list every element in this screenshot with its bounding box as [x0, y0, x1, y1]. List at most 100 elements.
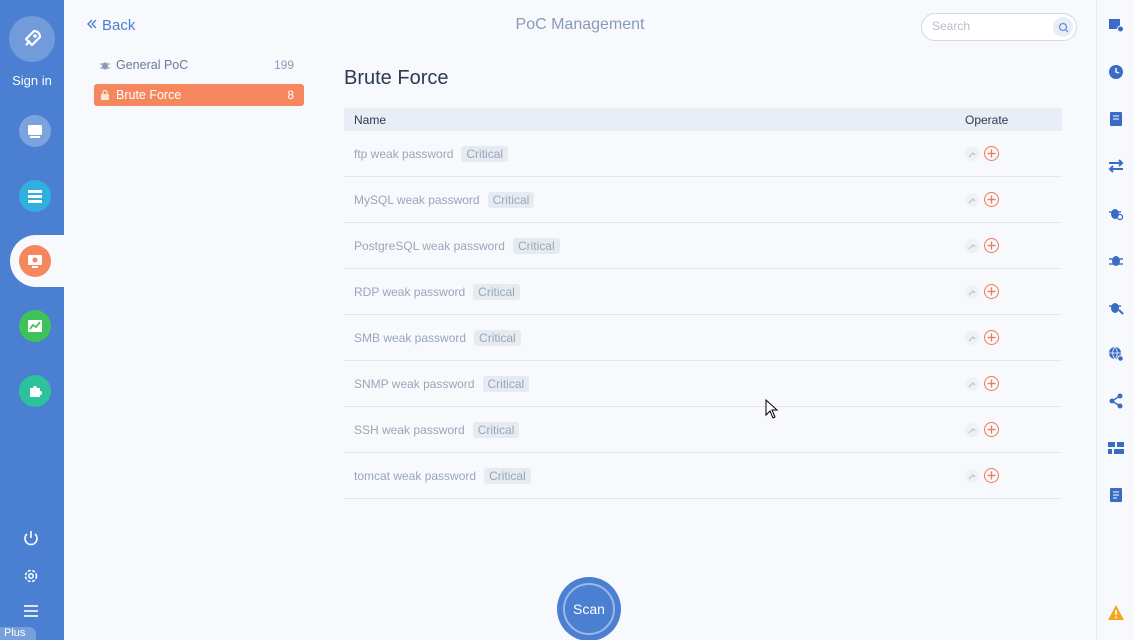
- add-task-icon[interactable]: [1107, 16, 1125, 34]
- operate-cell: [965, 376, 1062, 391]
- right-toolbar: [1096, 0, 1134, 640]
- operate-cell: [965, 238, 1062, 253]
- search-box: [921, 13, 1077, 41]
- poc-name: tomcat weak password: [354, 468, 477, 483]
- poc-name-cell: SSH weak password Critical: [344, 421, 965, 438]
- add-icon[interactable]: [984, 468, 999, 483]
- monitor-icon[interactable]: [19, 115, 51, 147]
- category-label: Brute Force: [116, 88, 182, 102]
- poc-name-cell: MySQL weak password Critical: [344, 191, 965, 208]
- scan-label: Scan: [563, 583, 615, 635]
- operate-cell: [965, 330, 1062, 345]
- edit-icon[interactable]: [965, 192, 979, 207]
- bug-tools-icon[interactable]: [1107, 298, 1125, 316]
- table-body: ftp weak password Critical MySQL weak pass…: [344, 131, 1062, 499]
- severity-badge: Critical: [472, 421, 520, 438]
- table-row: SMB weak password Critical: [344, 315, 1062, 361]
- poc-name-cell: SMB weak password Critical: [344, 329, 965, 346]
- poc-name: SSH weak password: [354, 422, 465, 437]
- add-icon[interactable]: [984, 330, 999, 345]
- poc-name-cell: SNMP weak password Critical: [344, 375, 965, 392]
- add-icon[interactable]: [984, 284, 999, 299]
- poc-name-cell: tomcat weak password Critical: [344, 467, 965, 484]
- table-row: PostgreSQL weak password Critical: [344, 223, 1062, 269]
- table-row: RDP weak password Critical: [344, 269, 1062, 315]
- category-label: General PoC: [116, 58, 189, 72]
- operate-cell: [965, 284, 1062, 299]
- bug-screen-icon[interactable]: [19, 245, 51, 277]
- category-general-poc[interactable]: General PoC 199: [94, 54, 304, 76]
- bug-search-icon[interactable]: [1107, 204, 1125, 222]
- severity-badge: Critical: [474, 329, 521, 346]
- poc-name: PostgreSQL weak password: [354, 238, 505, 253]
- severity-badge: Critical: [484, 467, 531, 484]
- edit-icon[interactable]: [965, 376, 979, 391]
- column-name: Name: [354, 112, 387, 127]
- left-sidebar: Sign in Plus: [0, 0, 84, 640]
- add-icon[interactable]: [984, 376, 999, 391]
- bug-icon: [99, 59, 111, 71]
- back-button[interactable]: Back: [86, 17, 135, 34]
- severity-badge: Critical: [487, 191, 535, 208]
- operate-cell: [965, 468, 1062, 483]
- edit-icon[interactable]: [965, 238, 979, 253]
- add-icon[interactable]: [984, 422, 999, 437]
- poc-name: SMB weak password: [354, 330, 467, 345]
- page-title: PoC Management: [515, 16, 645, 33]
- search-icon[interactable]: [1053, 17, 1073, 37]
- poc-name: ftp weak password: [354, 146, 454, 161]
- edit-icon[interactable]: [965, 468, 979, 483]
- rocket-icon[interactable]: [9, 16, 55, 62]
- severity-badge: Critical: [512, 237, 560, 254]
- sign-in-link[interactable]: Sign in: [0, 73, 64, 88]
- operate-cell: [965, 146, 1062, 161]
- add-icon[interactable]: [984, 192, 999, 207]
- globe-gear-icon[interactable]: [1107, 345, 1125, 363]
- poc-name-cell: ftp weak password Critical: [344, 145, 965, 162]
- menu-icon[interactable]: [20, 600, 42, 622]
- back-label: Back: [102, 17, 136, 34]
- severity-badge: Critical: [473, 283, 520, 300]
- table-row: SSH weak password Critical: [344, 407, 1062, 453]
- search-input[interactable]: [932, 19, 1050, 33]
- category-count: 199: [273, 58, 294, 72]
- add-icon[interactable]: [984, 238, 999, 253]
- table-row: SNMP weak password Critical: [344, 361, 1062, 407]
- gear-icon[interactable]: [20, 565, 42, 587]
- edit-icon[interactable]: [965, 146, 979, 161]
- poc-name: MySQL weak password: [354, 192, 480, 207]
- transfer-icon[interactable]: [1107, 157, 1125, 175]
- edit-icon[interactable]: [965, 422, 979, 437]
- category-brute-force[interactable]: Brute Force 8: [94, 84, 304, 106]
- severity-badge: Critical: [461, 145, 509, 162]
- list-icon[interactable]: [19, 180, 51, 212]
- report-icon[interactable]: [1107, 110, 1125, 128]
- bug-icon[interactable]: [1107, 251, 1125, 269]
- chart-icon[interactable]: [19, 310, 51, 342]
- table-row: ftp weak password Critical: [344, 131, 1062, 177]
- book-icon[interactable]: [1107, 486, 1125, 504]
- power-icon[interactable]: [20, 527, 42, 549]
- section-title: Brute Force: [344, 67, 449, 89]
- edit-icon[interactable]: [965, 330, 979, 345]
- warning-icon[interactable]: [1107, 603, 1125, 621]
- grid-icon[interactable]: [1107, 439, 1125, 457]
- clock-icon[interactable]: [1107, 63, 1125, 81]
- column-operate: Operate: [965, 112, 1009, 127]
- share-icon[interactable]: [1107, 392, 1125, 410]
- operate-cell: [965, 422, 1062, 437]
- add-icon[interactable]: [984, 146, 999, 161]
- severity-badge: Critical: [482, 375, 530, 392]
- category-count: 8: [287, 88, 294, 102]
- table-header: Name Operate: [344, 108, 1062, 131]
- poc-name: SNMP weak password: [354, 376, 475, 391]
- lock-icon: [99, 89, 111, 101]
- edit-icon[interactable]: [965, 284, 979, 299]
- double-chevron-left-icon: [86, 17, 98, 34]
- poc-name-cell: RDP weak password Critical: [344, 283, 965, 300]
- table-row: MySQL weak password Critical: [344, 177, 1062, 223]
- scan-button[interactable]: Scan: [557, 577, 621, 640]
- puzzle-icon[interactable]: [19, 375, 51, 407]
- plus-badge: Plus: [0, 627, 36, 640]
- mouse-cursor-icon: [765, 398, 779, 424]
